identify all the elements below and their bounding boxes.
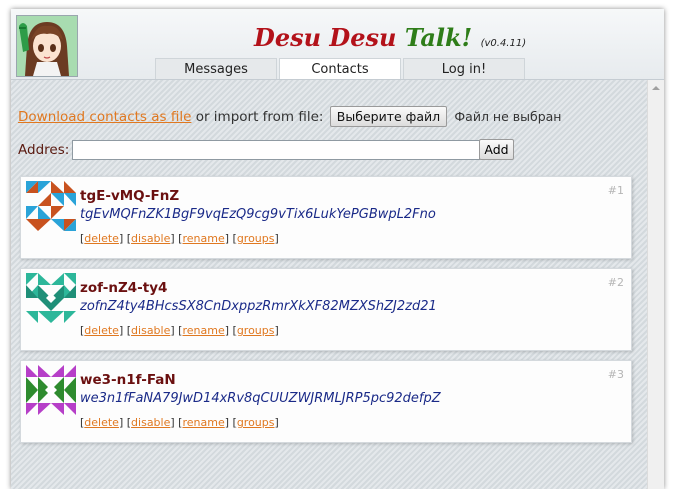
address-label: Addres: — [18, 142, 70, 158]
contact-number: #3 — [607, 368, 624, 381]
import-text: or import from file: — [195, 109, 324, 125]
download-contacts-link[interactable]: Download contacts as file — [18, 109, 191, 125]
app-window: Desu Desu Talk! (v0.4.11) Messages Conta… — [11, 9, 664, 489]
contact-identicon-icon — [26, 365, 76, 415]
contact-nick: tgE-vMQ-FnZ — [80, 188, 180, 204]
file-status-text: Файл не выбран — [454, 109, 562, 124]
anime-avatar-logo — [16, 15, 78, 77]
disable-link[interactable]: disable — [131, 416, 170, 429]
contact-key: tgEvMQFnZK1BgF9vqEzQ9cg9vTix6LukYePGBwpL… — [80, 207, 436, 222]
app-title-word-2: Desu — [329, 23, 397, 52]
address-input[interactable] — [72, 140, 480, 160]
app-title-word-1: Desu — [254, 23, 322, 52]
choose-file-button[interactable]: Выберите файл — [329, 106, 448, 127]
contact-card: zof-nZ4-ty4 zofnZ4ty4BHcsSX8CnDxppzRmrXk… — [20, 268, 632, 351]
contact-number: #2 — [607, 276, 624, 289]
contact-actions: [delete] [disable] [rename] [groups] — [80, 416, 279, 429]
tab-log-in[interactable]: Log in! — [403, 58, 525, 79]
delete-link[interactable]: delete — [84, 232, 119, 245]
tab-contacts[interactable]: Contacts — [279, 58, 401, 79]
contact-card: we3-n1f-FaN we3n1fFaNA79JwD14xRv8qCUUZWJ… — [20, 360, 632, 443]
add-contact-button[interactable]: Add — [479, 139, 514, 160]
contact-actions: [delete] [disable] [rename] [groups] — [80, 232, 279, 245]
contact-identicon-icon — [26, 181, 76, 231]
rename-link[interactable]: rename — [182, 232, 224, 245]
rename-link[interactable]: rename — [182, 416, 224, 429]
contact-actions: [delete] [disable] [rename] [groups] — [80, 324, 279, 337]
delete-link[interactable]: delete — [84, 416, 119, 429]
contact-identicon-icon — [26, 273, 76, 323]
delete-link[interactable]: delete — [84, 324, 119, 337]
app-title: Desu Desu Talk! (v0.4.11) — [254, 23, 526, 52]
contact-nick: we3-n1f-FaN — [80, 372, 176, 388]
groups-link[interactable]: groups — [237, 416, 275, 429]
header: Desu Desu Talk! (v0.4.11) Messages Conta… — [11, 9, 664, 80]
import-row: Download contacts as file or import from… — [18, 106, 561, 127]
contact-key: we3n1fFaNA79JwD14xRv8qCUUZWJRMLJRP5pc92d… — [80, 391, 441, 406]
contact-card: tgE-vMQ-FnZ tgEvMQFnZK1BgF9vqEzQ9cg9vTix… — [20, 176, 632, 259]
groups-link[interactable]: groups — [237, 324, 275, 337]
app-title-word-3: Talk! — [404, 23, 473, 52]
contact-key: zofnZ4ty4BHcsSX8CnDxppzRmrXkXF82MZXShZJ2… — [80, 299, 437, 314]
contact-number: #1 — [607, 184, 624, 197]
scroll-up-arrow-icon[interactable] — [652, 86, 660, 90]
app-version: (v0.4.11) — [480, 38, 527, 49]
contact-nick: zof-nZ4-ty4 — [80, 280, 168, 296]
disable-link[interactable]: disable — [131, 324, 170, 337]
groups-link[interactable]: groups — [237, 232, 275, 245]
rename-link[interactable]: rename — [182, 324, 224, 337]
vertical-scrollbar[interactable] — [647, 80, 664, 489]
tab-messages[interactable]: Messages — [155, 58, 277, 79]
disable-link[interactable]: disable — [131, 232, 170, 245]
